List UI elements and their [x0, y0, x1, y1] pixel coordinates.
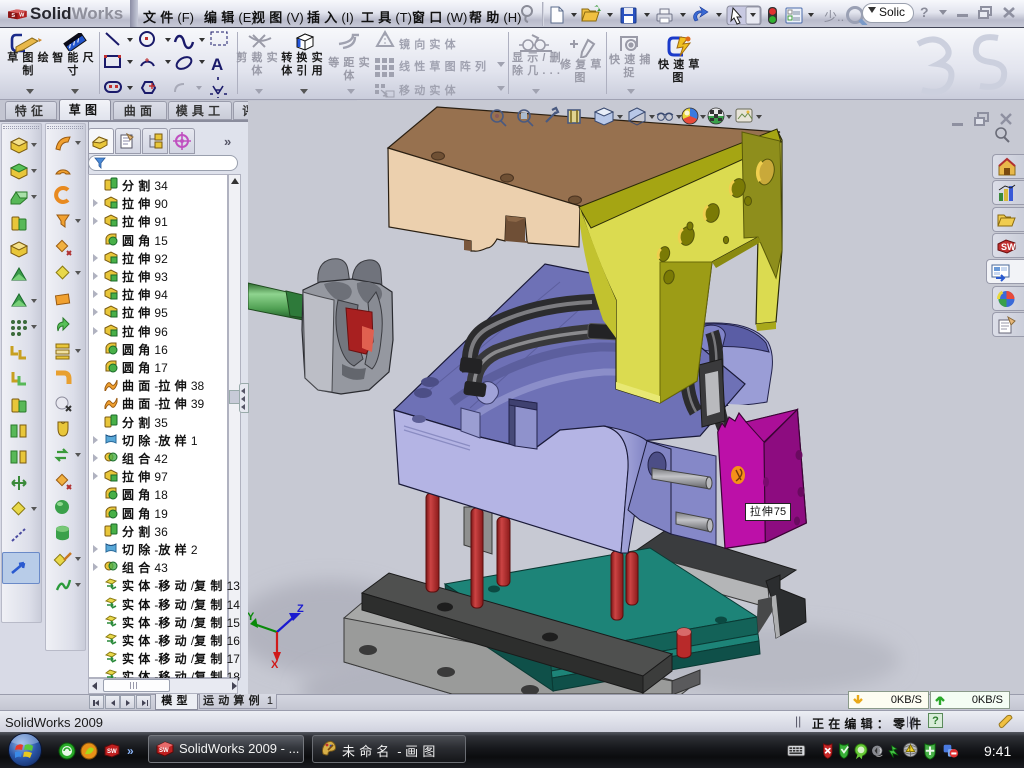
svg-text:S: S: [11, 13, 15, 19]
svg-text:A: A: [211, 55, 223, 74]
svg-text:Z: Z: [297, 603, 304, 615]
svg-text:X: X: [271, 659, 279, 671]
svg-text:!: !: [909, 747, 911, 753]
svg-text:W: W: [19, 12, 25, 18]
svg-text:»: »: [127, 744, 134, 758]
svg-text:SW: SW: [107, 749, 117, 755]
svg-text:SW: SW: [1001, 242, 1016, 252]
svg-text:少..: 少..: [824, 9, 844, 24]
svg-text:Y: Y: [248, 611, 255, 623]
svg-text:SW: SW: [159, 748, 169, 754]
